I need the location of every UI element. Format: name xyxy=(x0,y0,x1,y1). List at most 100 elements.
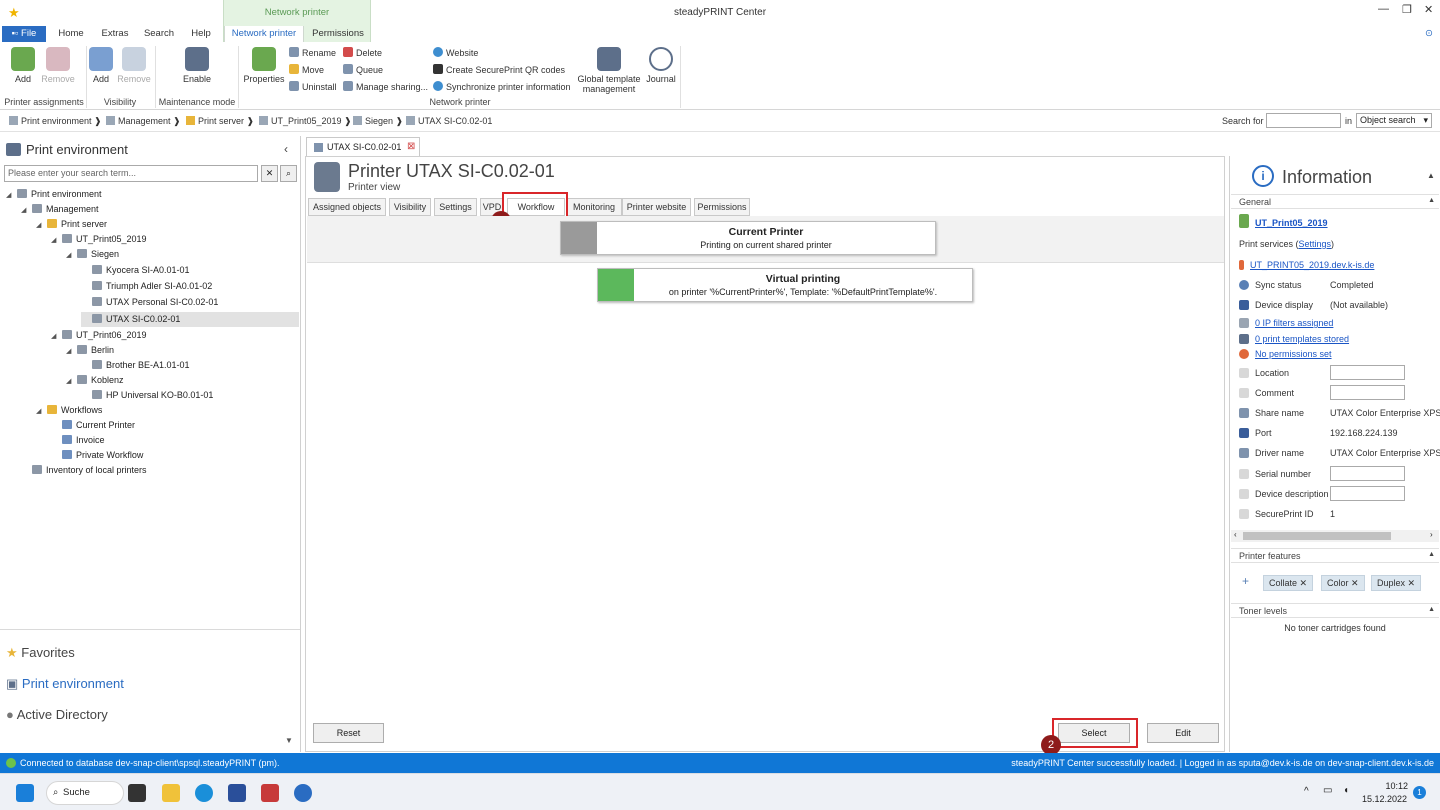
section-toner-levels[interactable]: Toner levels ▲ xyxy=(1231,603,1439,618)
nav-print-environment[interactable]: ▣ Print environment xyxy=(6,676,124,692)
tree-node[interactable]: ◢ UT_Print06_2019 xyxy=(51,328,147,343)
chevron-up-icon[interactable]: ^ xyxy=(1304,786,1309,797)
settings-link[interactable]: Settings xyxy=(1299,239,1332,249)
server-link[interactable]: UT_Print05_2019 xyxy=(1239,214,1328,228)
journal-button[interactable]: Journal xyxy=(645,47,677,84)
minimize-icon[interactable]: — xyxy=(1378,3,1389,15)
nav-active-directory[interactable]: ● Active Directory xyxy=(6,707,108,722)
volume-icon[interactable]: ◖ xyxy=(1343,785,1349,796)
breadcrumb-item[interactable]: Print environment ❱ xyxy=(9,116,102,127)
splitter[interactable] xyxy=(0,629,300,630)
network-icon[interactable]: ▭ xyxy=(1323,785,1332,796)
tree-node[interactable]: ◢ Siegen xyxy=(66,247,119,262)
breadcrumb-item[interactable]: UTAX SI-C0.02-01 xyxy=(406,116,492,126)
scroll-right-icon[interactable]: › xyxy=(1430,530,1433,539)
tree-node[interactable]: HP Universal KO-B0.01-01 xyxy=(81,388,213,403)
app-icon[interactable] xyxy=(261,784,279,802)
comment-input[interactable] xyxy=(1330,385,1405,400)
tree-node[interactable]: ◢ UT_Print05_2019 xyxy=(51,232,147,247)
tree-node[interactable]: Inventory of local printers xyxy=(21,463,147,478)
collapse-icon[interactable]: ‹ xyxy=(284,142,288,156)
add-feature-icon[interactable]: + xyxy=(1242,574,1249,588)
task-view-icon[interactable] xyxy=(128,784,146,802)
manage-sharing-button[interactable]: Manage sharing... xyxy=(343,81,428,92)
tab-permissions[interactable]: Permissions xyxy=(694,198,750,216)
clear-search-button[interactable]: ✕ xyxy=(261,165,278,182)
website-button[interactable]: Website xyxy=(433,47,478,58)
close-icon[interactable]: ✕ xyxy=(1424,3,1433,16)
tab-extras[interactable]: Extras xyxy=(96,26,134,42)
tree-node[interactable]: Private Workflow xyxy=(51,448,143,463)
visibility-remove-button[interactable]: Remove xyxy=(116,47,152,84)
scrollbar-thumb[interactable] xyxy=(1243,532,1391,540)
rename-button[interactable]: Rename xyxy=(289,47,336,58)
clock-time[interactable]: 10:12 xyxy=(1370,781,1408,791)
breadcrumb-item[interactable]: UT_Print05_2019 ❱ xyxy=(259,116,352,127)
qr-codes-button[interactable]: Create SecurePrint QR codes xyxy=(433,64,565,75)
tree-node[interactable]: ◢ Management xyxy=(21,202,99,217)
reset-button[interactable]: Reset xyxy=(313,723,384,743)
sync-info-button[interactable]: Synchronize printer information xyxy=(433,81,571,92)
permissions-link[interactable]: No permissions set xyxy=(1239,349,1332,359)
feature-chip[interactable]: Collate ✕ xyxy=(1263,575,1314,591)
tab-help[interactable]: Help xyxy=(184,26,218,42)
tree-node-selected[interactable]: UTAX SI-C0.02-01 xyxy=(81,312,299,327)
global-template-button[interactable]: Global template management xyxy=(576,47,642,94)
windows-start-icon[interactable] xyxy=(16,784,34,802)
tab-home[interactable]: Home xyxy=(52,26,90,42)
uninstall-button[interactable]: Uninstall xyxy=(289,81,337,92)
clock-date[interactable]: 15.12.2022 xyxy=(1362,794,1407,804)
ip-filters-link[interactable]: 0 IP filters assigned xyxy=(1239,318,1333,328)
breadcrumb-item[interactable]: Siegen ❱ xyxy=(353,116,403,127)
scroll-left-icon[interactable]: ‹ xyxy=(1234,530,1237,539)
host-link[interactable]: UT_PRINT05_2019.dev.k-is.de xyxy=(1239,260,1374,270)
chevron-down-icon[interactable]: ▼ xyxy=(285,736,293,745)
enable-maintenance-button[interactable]: Enable xyxy=(172,47,222,84)
tree-node[interactable]: Current Printer xyxy=(51,418,135,433)
add-assignment-button[interactable]: Add xyxy=(8,47,38,84)
file-explorer-icon[interactable] xyxy=(162,784,180,802)
tab-visibility[interactable]: Visibility xyxy=(389,198,431,216)
visibility-add-button[interactable]: Add xyxy=(88,47,114,84)
tree-node[interactable]: Invoice xyxy=(51,433,105,448)
tab-file[interactable]: ▪▫ File xyxy=(2,26,46,42)
remove-assignment-button[interactable]: Remove xyxy=(40,47,76,84)
nav-favorites[interactable]: ★ Favorites xyxy=(6,645,75,661)
section-printer-features[interactable]: Printer features ▲ xyxy=(1231,548,1439,563)
tree-node[interactable]: Brother BE-A1.01-01 xyxy=(81,358,190,373)
serial-input[interactable] xyxy=(1330,466,1405,481)
feature-chip[interactable]: Color ✕ xyxy=(1321,575,1365,591)
taskbar-search[interactable]: ⌕ Suche xyxy=(46,781,124,805)
edit-button[interactable]: Edit xyxy=(1147,723,1219,743)
tree-node[interactable]: UTAX Personal SI-C0.02-01 xyxy=(81,295,218,310)
delete-button[interactable]: Delete xyxy=(343,47,382,58)
steadyprint-icon[interactable] xyxy=(294,784,312,802)
search-for-input[interactable] xyxy=(1266,113,1341,128)
tree-node[interactable]: Triumph Adler SI-A0.01-02 xyxy=(81,279,212,294)
workflow-card-virtual-printing[interactable]: Virtual printing on printer '%CurrentPri… xyxy=(597,268,973,302)
select-button[interactable]: Select xyxy=(1058,723,1130,743)
tree-node[interactable]: ◢ Workflows xyxy=(36,403,102,418)
restore-icon[interactable]: ❐ xyxy=(1402,3,1412,16)
horizontal-scrollbar[interactable]: ‹ › xyxy=(1231,530,1439,542)
remove-chip-icon[interactable]: ✕ xyxy=(1408,578,1416,588)
tree-node[interactable]: ◢ Berlin xyxy=(66,343,114,358)
queue-button[interactable]: Queue xyxy=(343,64,383,75)
notification-badge[interactable]: 1 xyxy=(1413,786,1426,799)
tab-settings[interactable]: Settings xyxy=(434,198,477,216)
tab-monitoring[interactable]: Monitoring xyxy=(566,198,622,216)
tab-assigned-objects[interactable]: Assigned objects xyxy=(308,198,386,216)
tab-permissions[interactable]: Permissions xyxy=(306,26,370,42)
tree-node[interactable]: ◢ Print environment xyxy=(6,187,102,202)
location-input[interactable] xyxy=(1330,365,1405,380)
tree-node[interactable]: Kyocera SI-A0.01-01 xyxy=(81,263,190,278)
document-tab[interactable]: UTAX SI-C0.02-01 ⊠ xyxy=(306,137,420,156)
edge-icon[interactable] xyxy=(195,784,213,802)
tree-node[interactable]: ◢ Print server xyxy=(36,217,107,232)
feature-chip[interactable]: Duplex ✕ xyxy=(1371,575,1422,591)
section-general[interactable]: General ▲ xyxy=(1231,194,1439,209)
properties-button[interactable]: Properties xyxy=(242,47,286,84)
remove-chip-icon[interactable]: ✕ xyxy=(1300,578,1308,588)
workflow-card-current-printer[interactable]: Current Printer Printing on current shar… xyxy=(560,221,936,255)
breadcrumb-item[interactable]: Print server ❱ xyxy=(186,116,254,127)
